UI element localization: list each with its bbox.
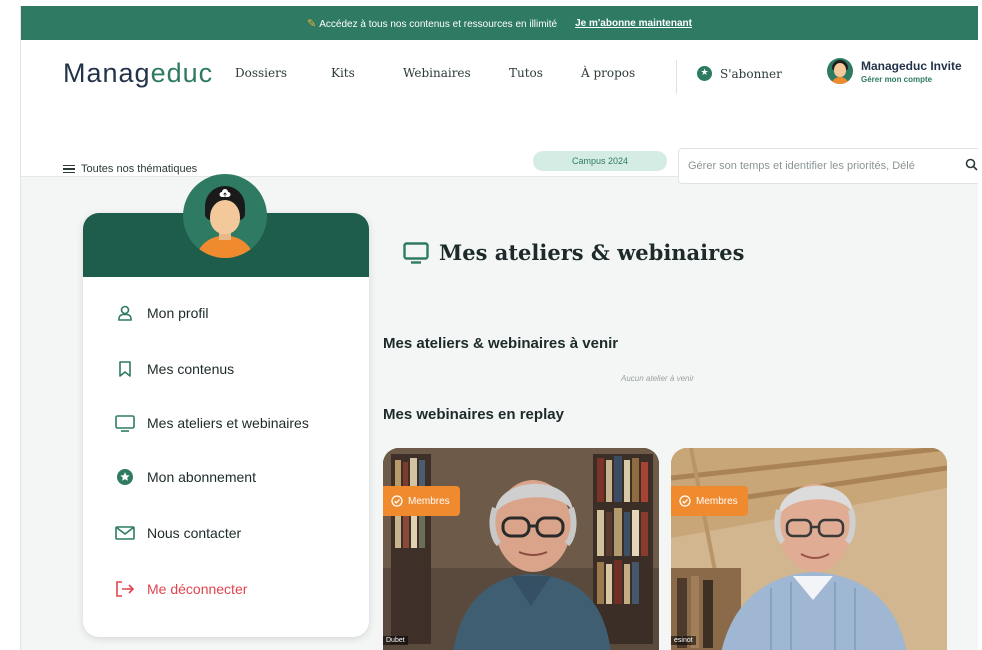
promo-banner: ✎ Accédez à tous nos contenus et ressourc… (21, 6, 978, 40)
nav-a-propos[interactable]: À propos (581, 66, 635, 80)
site-logo[interactable]: Manageduc (63, 58, 213, 89)
hamburger-icon (63, 164, 75, 174)
user-icon (115, 303, 135, 323)
header-divider (676, 60, 677, 94)
search-input[interactable]: Gérer son temps et identifier les priori… (688, 160, 960, 172)
subscribe-label: S'abonner (720, 66, 782, 81)
upcoming-empty-text: Aucun atelier à venir (621, 374, 694, 383)
bookmark-icon (115, 359, 135, 379)
speaker-nametag: esinot (671, 636, 696, 645)
pencil-icon: ✎ (307, 17, 317, 30)
sidebar-item-logout[interactable]: Me déconnecter (115, 579, 247, 599)
user-menu[interactable]: Manageduc Invite Gérer mon compte (827, 58, 962, 84)
check-circle-icon (391, 495, 403, 507)
members-badge-label: Membres (696, 495, 738, 507)
monitor-icon (115, 413, 135, 433)
replay-heading: Mes webinaires en replay (383, 406, 564, 423)
logo-part-1: Manag (63, 58, 151, 88)
avatar (827, 58, 853, 84)
sidebar-item-label: Nous contacter (147, 525, 242, 541)
promo-text: Accédez à tous nos contenus et ressource… (319, 18, 558, 30)
manage-account-link[interactable]: Gérer mon compte (861, 75, 962, 84)
page-title-text: Mes ateliers & webinaires (439, 240, 745, 265)
subscribe-now-link[interactable]: Je m'abonne maintenant (575, 18, 692, 29)
sidebar-item-label: Mes ateliers et webinaires (147, 415, 309, 431)
members-badge: Membres (671, 486, 748, 516)
nav-webinaires[interactable]: Webinaires (403, 66, 471, 80)
video-thumbnail (671, 448, 947, 650)
search-icon[interactable] (960, 158, 978, 175)
star-circle-icon (115, 467, 135, 487)
sidebar-item-label: Mes contenus (147, 361, 235, 377)
sidebar-item-contenus[interactable]: Mes contenus (115, 359, 234, 379)
envelope-icon (115, 523, 135, 543)
user-info: Manageduc Invite Gérer mon compte (861, 59, 962, 84)
replay-video-card[interactable]: Membres esinot (671, 448, 947, 650)
nav-dossiers[interactable]: Dossiers (235, 66, 287, 80)
sidebar-item-ateliers[interactable]: Mes ateliers et webinaires (115, 413, 309, 433)
members-badge: Membres (383, 486, 460, 516)
campus-badge[interactable]: Campus 2024 (533, 151, 667, 171)
logout-icon (115, 579, 135, 599)
all-themes-label: Toutes nos thématiques (81, 163, 198, 175)
star-circle-icon: ★ (697, 66, 712, 81)
browser-viewport: ✎ Accédez à tous nos contenus et ressourc… (20, 6, 978, 650)
sidebar-item-profil[interactable]: Mon profil (115, 303, 208, 323)
sidebar-item-contact[interactable]: Nous contacter (115, 523, 241, 543)
video-thumbnail (383, 448, 659, 650)
page-title: Mes ateliers & webinaires (403, 240, 744, 265)
upcoming-heading: Mes ateliers & webinaires à venir (383, 335, 619, 352)
replay-video-card[interactable]: Membres Dubet (383, 448, 659, 650)
nav-tutos[interactable]: Tutos (509, 66, 543, 80)
search-box[interactable]: Gérer son temps et identifier les priori… (678, 148, 978, 184)
check-circle-icon (679, 495, 691, 507)
subscribe-button[interactable]: ★ S'abonner (697, 66, 782, 81)
logo-part-2: educ (150, 58, 214, 88)
members-badge-label: Membres (408, 495, 450, 507)
sidebar-item-label: Mon profil (147, 305, 209, 321)
nav-kits[interactable]: Kits (331, 66, 355, 80)
user-name: Manageduc Invite (861, 58, 962, 73)
sidebar-item-label: Mon abonnement (147, 469, 256, 485)
speaker-nametag: Dubet (383, 636, 408, 645)
cloud-upload-icon (219, 189, 231, 197)
monitor-icon (403, 241, 429, 264)
promo-text-wrap: ✎ Accédez à tous nos contenus et ressourc… (307, 17, 557, 30)
sidebar-item-label: Me déconnecter (147, 581, 248, 597)
account-sidebar: Mon profil Mes contenus Mes ateliers et … (83, 213, 369, 637)
sidebar-item-abonnement[interactable]: Mon abonnement (115, 467, 256, 487)
all-themes-menu[interactable]: Toutes nos thématiques (63, 163, 197, 175)
profile-avatar (183, 174, 267, 258)
site-header: Manageduc Dossiers Kits Webinaires Tutos… (21, 40, 978, 184)
